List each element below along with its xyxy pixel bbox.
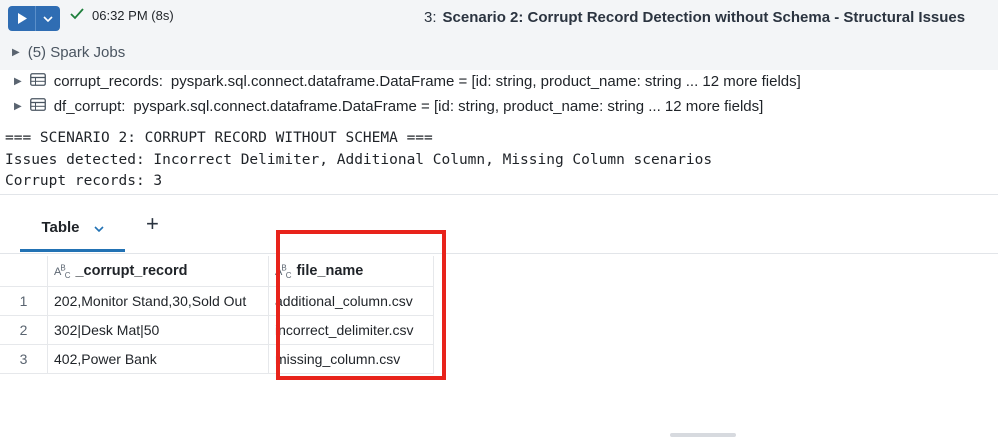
play-icon[interactable] (8, 6, 37, 31)
row-number: 1 (0, 286, 48, 316)
spark-jobs-label: (5) Spark Jobs (27, 44, 126, 61)
cell-corrupt-record[interactable]: 402,Power Bank (47, 344, 269, 374)
expand-arrow-icon[interactable]: ▶ (14, 101, 22, 112)
chevron-down-icon[interactable] (36, 6, 60, 31)
cell-corrupt-record[interactable]: 302|Desk Mat|50 (47, 315, 269, 345)
table-icon (29, 73, 46, 90)
tab-table[interactable]: Table (20, 205, 125, 252)
expand-arrow-icon: ▶ (12, 47, 20, 58)
column-label: _corrupt_record (75, 262, 188, 279)
dataframe-name: corrupt_records: (53, 73, 163, 90)
cell-number: 3: (424, 9, 437, 26)
add-tab-button[interactable]: + (146, 211, 159, 237)
highlight-box (276, 230, 446, 380)
dataframe-row-df-corrupt[interactable]: ▶ df_corrupt: pyspark.sql.connect.datafr… (14, 98, 763, 115)
console-output: === SCENARIO 2: CORRUPT RECORD WITHOUT S… (5, 128, 712, 193)
dataframe-name: df_corrupt: (53, 98, 126, 115)
dataframe-type: pyspark.sql.connect.dataframe.DataFrame … (133, 98, 764, 115)
tab-table-label: Table (41, 218, 80, 236)
row-number: 3 (0, 344, 48, 374)
column-header-corrupt-record[interactable]: ABC _corrupt_record (47, 256, 269, 287)
checkmark-icon (70, 8, 84, 23)
run-status: 06:32 PM (8s) (70, 8, 174, 23)
chevron-down-icon[interactable] (93, 219, 104, 236)
dataframe-type: pyspark.sql.connect.dataframe.DataFrame … (170, 73, 801, 90)
cell-corrupt-record[interactable]: 202,Monitor Stand,30,Sold Out (47, 286, 269, 316)
table-icon (29, 98, 46, 115)
console-line: Issues detected: Incorrect Delimiter, Ad… (5, 151, 713, 168)
string-type-icon: ABC (54, 263, 70, 280)
cell-title[interactable]: 3: Scenario 2: Corrupt Record Detection w… (424, 9, 965, 26)
run-time: 06:32 PM (8s) (92, 8, 174, 23)
dataframe-row-corrupt-records[interactable]: ▶ corrupt_records: pyspark.sql.connect.d… (14, 73, 801, 90)
spark-jobs-toggle[interactable]: ▶ (5) Spark Jobs (12, 44, 125, 61)
row-number-header (0, 256, 48, 287)
row-number: 2 (0, 315, 48, 345)
console-line: Corrupt records: 3 (5, 173, 163, 189)
run-cell-button[interactable] (8, 6, 60, 31)
horizontal-scrollbar[interactable] (670, 433, 736, 437)
cell-header: 06:32 PM (8s) 3: Scenario 2: Corrupt Reco… (0, 0, 998, 70)
console-line: === SCENARIO 2: CORRUPT RECORD WITHOUT S… (5, 130, 433, 146)
cell-title-text: Scenario 2: Corrupt Record Detection wit… (442, 9, 966, 26)
tab-divider (0, 253, 998, 254)
divider (0, 194, 998, 195)
expand-arrow-icon[interactable]: ▶ (14, 76, 22, 87)
